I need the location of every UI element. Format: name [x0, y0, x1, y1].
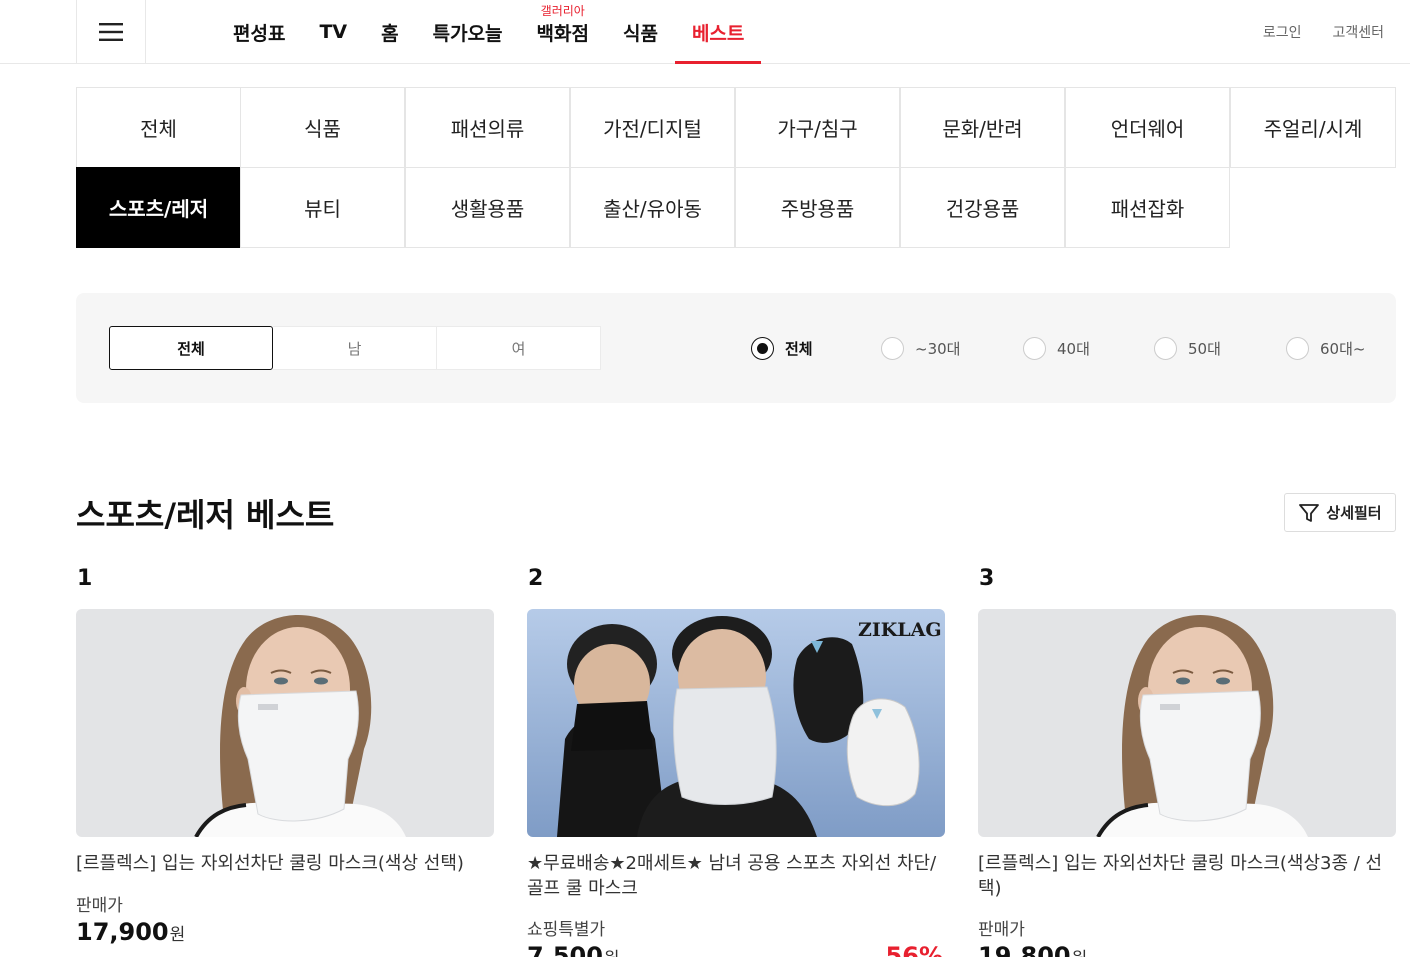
- nav-label: 특가오늘: [432, 22, 503, 45]
- price-label: 판매가: [978, 920, 1025, 940]
- nav-item-home[interactable]: 홈: [364, 0, 415, 64]
- nav-label: 홈: [381, 22, 399, 45]
- category-health[interactable]: 건강용품: [900, 167, 1065, 248]
- nav-item-best[interactable]: 베스트: [674, 0, 762, 64]
- category-fashion-accessories[interactable]: 패션잡화: [1065, 167, 1230, 248]
- discount-rate: 56%: [885, 942, 943, 957]
- price-label: 판매가: [76, 896, 123, 916]
- radio-icon: [1154, 336, 1177, 360]
- price-value: 17,900: [76, 918, 169, 946]
- product-name[interactable]: ★무료배송★2매세트★ 남녀 공용 스포츠 자외선 차단/골프 쿨 마스크: [527, 851, 945, 901]
- gender-all-button[interactable]: 전체: [109, 326, 273, 370]
- filter-panel: 전체 남 여 전체 ~30대 40대 50대 60대~: [76, 293, 1396, 403]
- rank-number: 1: [77, 566, 93, 591]
- product-price: 7,500원: [527, 942, 620, 957]
- rank-number: 2: [528, 566, 544, 591]
- category-all[interactable]: 전체: [76, 87, 241, 168]
- nav-item-food[interactable]: 식품: [606, 0, 675, 64]
- nav-label: 편성표: [233, 22, 286, 45]
- main-nav: 편성표 TV 홈 특가오늘 갤러리아 백화점 식품 베스트: [216, 0, 762, 64]
- radio-selected-icon: [751, 336, 774, 360]
- detail-filter-label: 상세필터: [1326, 504, 1382, 522]
- product-image[interactable]: [978, 609, 1396, 837]
- detail-filter-button[interactable]: 상세필터: [1284, 493, 1396, 532]
- category-living-goods[interactable]: 생활용품: [405, 167, 570, 248]
- product-card[interactable]: 1 [르플렉스] 입는 자외선차단 쿨링 마스크(색상 선택) 판매가 17,9…: [76, 566, 494, 957]
- section-title: 스포츠/레저 베스트: [76, 496, 335, 534]
- age-radio-under-30[interactable]: ~30대: [881, 334, 960, 362]
- category-kitchen[interactable]: 주방용품: [735, 167, 900, 248]
- age-label: 50대: [1188, 339, 1221, 358]
- category-sports-leisure[interactable]: 스포츠/레저: [76, 167, 241, 248]
- radio-icon: [881, 336, 904, 360]
- age-label: ~30대: [915, 339, 961, 358]
- category-fashion-clothing[interactable]: 패션의류: [405, 87, 570, 168]
- nav-item-tv[interactable]: TV: [302, 0, 364, 64]
- hamburger-menu-icon[interactable]: [76, 0, 146, 64]
- age-label: 60대~: [1320, 339, 1366, 358]
- nav-label: TV: [319, 21, 348, 43]
- radio-icon: [1023, 336, 1046, 360]
- login-link[interactable]: 로그인: [1263, 22, 1302, 42]
- category-underwear[interactable]: 언더웨어: [1065, 87, 1230, 168]
- price-label: 쇼핑특별가: [527, 920, 606, 940]
- category-culture-pet[interactable]: 문화/반려: [900, 87, 1065, 168]
- nav-label: 백화점: [536, 22, 589, 45]
- age-label: 40대: [1057, 339, 1090, 358]
- nav-item-schedule[interactable]: 편성표: [216, 0, 302, 64]
- category-baby-kids[interactable]: 출산/유아동: [570, 167, 735, 248]
- price-value: 19,800: [978, 942, 1071, 957]
- utility-links: 로그인 고객센터: [1263, 0, 1384, 64]
- product-price: 19,800원: [978, 942, 1087, 957]
- image-brand-text: ZIKLAG: [858, 619, 942, 641]
- product-name[interactable]: [르플렉스] 입는 자외선차단 쿨링 마스크(색상 선택): [76, 851, 494, 876]
- gender-female-button[interactable]: 여: [437, 326, 601, 370]
- currency: 원: [1072, 949, 1088, 957]
- age-radio-50s[interactable]: 50대: [1154, 334, 1221, 362]
- category-food[interactable]: 식품: [240, 87, 405, 168]
- category-appliance-digital[interactable]: 가전/디지털: [570, 87, 735, 168]
- nav-item-department-store[interactable]: 갤러리아 백화점: [520, 0, 606, 64]
- customer-center-link[interactable]: 고객센터: [1332, 22, 1384, 42]
- currency: 원: [169, 925, 186, 945]
- radio-icon: [1286, 336, 1309, 360]
- product-image[interactable]: ZIKLAG: [527, 609, 945, 837]
- product-image[interactable]: [76, 609, 494, 837]
- top-header: 편성표 TV 홈 특가오늘 갤러리아 백화점 식품 베스트 로그인 고객센터: [0, 0, 1410, 64]
- gender-segmented-control: 전체 남 여: [109, 326, 601, 370]
- product-price: 17,900원: [76, 918, 185, 946]
- product-card[interactable]: 3 [르플렉스] 입는 자외선차단 쿨링 마스크(색상3종 / 선택) 판매가 …: [978, 566, 1396, 957]
- age-radio-all[interactable]: 전체: [751, 334, 813, 362]
- category-grid: 전체 식품 패션의류 가전/디지털 가구/침구 문화/반려 언더웨어 주얼리/시…: [76, 87, 1396, 249]
- nav-label: 베스트: [691, 22, 745, 45]
- rank-number: 3: [979, 566, 995, 591]
- age-label: 전체: [785, 339, 813, 358]
- currency: 원: [604, 949, 620, 957]
- funnel-filter-icon: [1299, 503, 1320, 522]
- price-value: 7,500: [527, 942, 603, 957]
- nav-item-today-deal[interactable]: 특가오늘: [416, 0, 520, 64]
- product-card[interactable]: 2 ZIKLAG ★무료배송★2매세트★ 남녀 공용 스포츠 자외선 차단/골프…: [527, 566, 945, 957]
- category-jewelry-watch[interactable]: 주얼리/시계: [1230, 87, 1396, 168]
- category-beauty[interactable]: 뷰티: [240, 167, 405, 248]
- nav-sup-label: 갤러리아: [540, 4, 585, 18]
- nav-label: 식품: [622, 22, 658, 45]
- product-name[interactable]: [르플렉스] 입는 자외선차단 쿨링 마스크(색상3종 / 선택): [978, 851, 1396, 901]
- gender-male-button[interactable]: 남: [273, 326, 437, 370]
- age-radio-60-plus[interactable]: 60대~: [1286, 334, 1365, 362]
- age-radio-40s[interactable]: 40대: [1023, 334, 1090, 362]
- category-furniture-bedding[interactable]: 가구/침구: [735, 87, 900, 168]
